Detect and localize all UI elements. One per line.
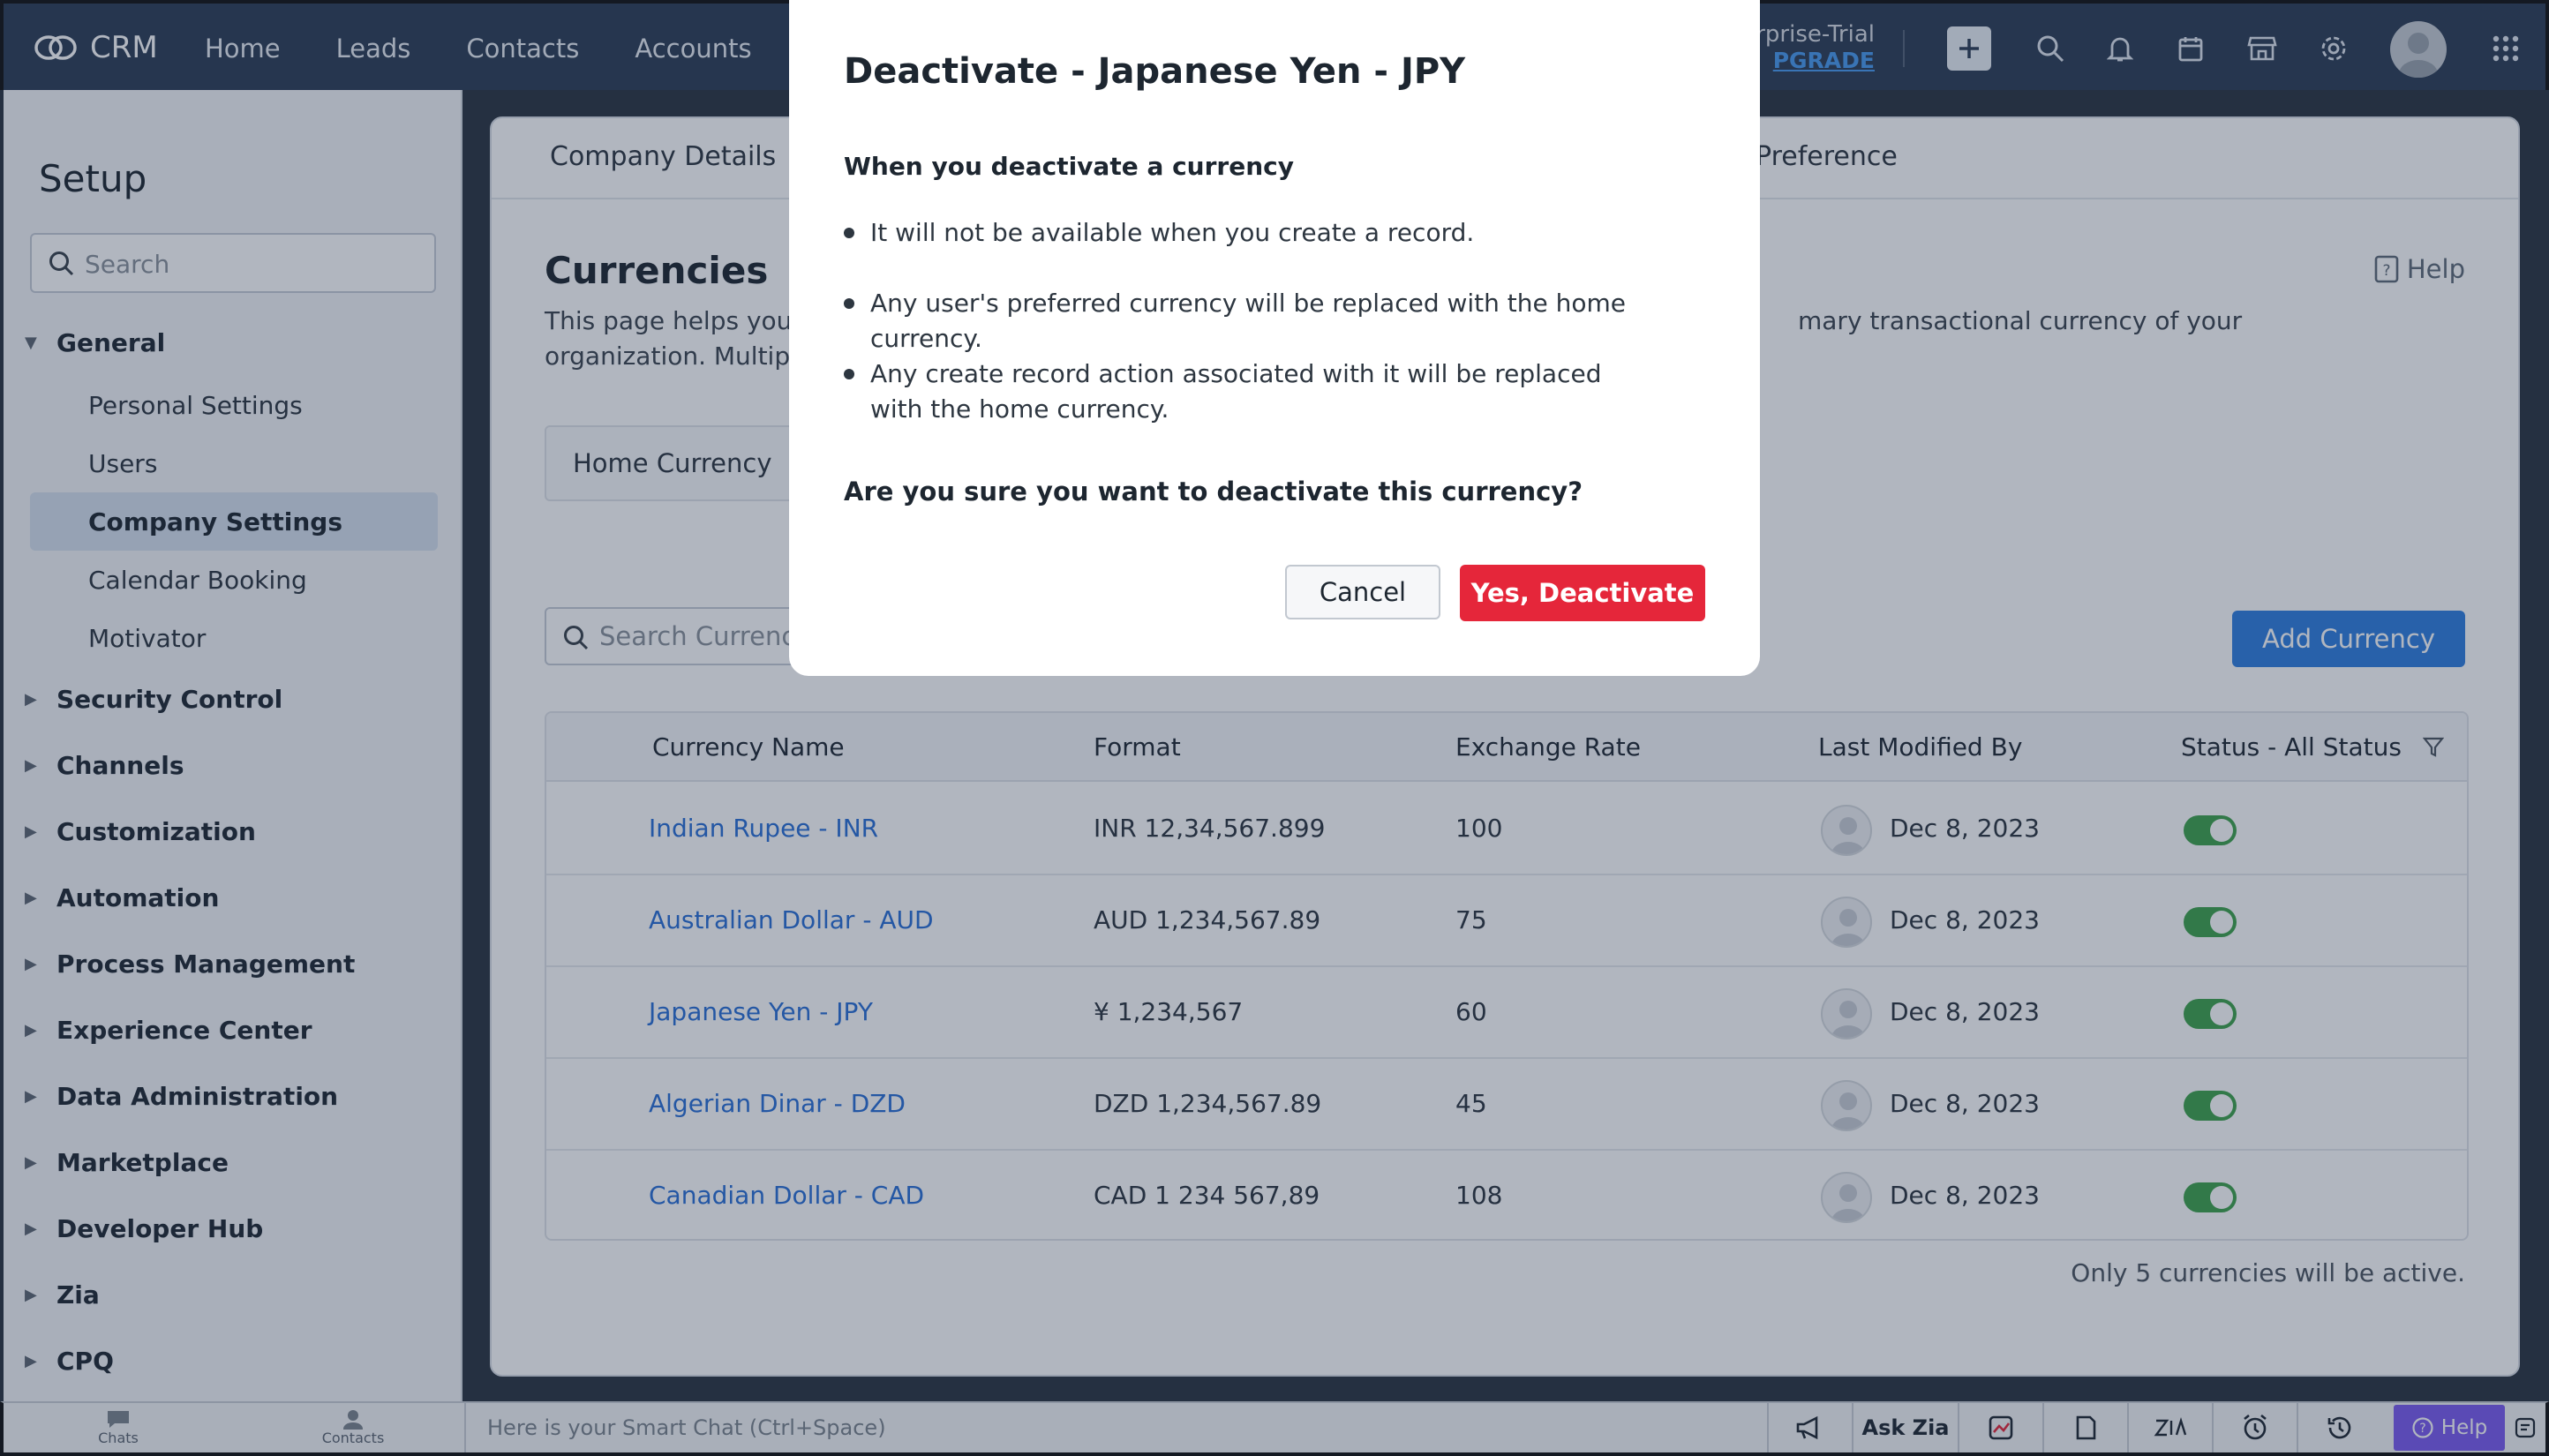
cancel-button[interactable]: Cancel: [1285, 565, 1440, 619]
bullet-dot-icon: [844, 228, 854, 238]
dialog-bullet: Any create record action associated with…: [844, 356, 1638, 427]
bullet-text: It will not be available when you create…: [870, 218, 1475, 247]
dialog-question: Are you sure you want to deactivate this…: [844, 477, 1583, 507]
bullet-text: Any user's preferred currency will be re…: [870, 289, 1627, 353]
bullet-dot-icon: [844, 298, 854, 309]
dialog-bullet: Any user's preferred currency will be re…: [844, 286, 1709, 356]
confirm-deactivate-button[interactable]: Yes, Deactivate: [1460, 565, 1705, 621]
dialog-subtitle: When you deactivate a currency: [844, 152, 1295, 181]
dialog-title: Deactivate - Japanese Yen - JPY: [844, 51, 1466, 92]
deactivate-currency-dialog: Deactivate - Japanese Yen - JPY When you…: [789, 0, 1760, 676]
dialog-bullet: It will not be available when you create…: [844, 215, 1709, 251]
bullet-text: Any create record action associated with…: [870, 359, 1602, 424]
bullet-dot-icon: [844, 369, 854, 379]
